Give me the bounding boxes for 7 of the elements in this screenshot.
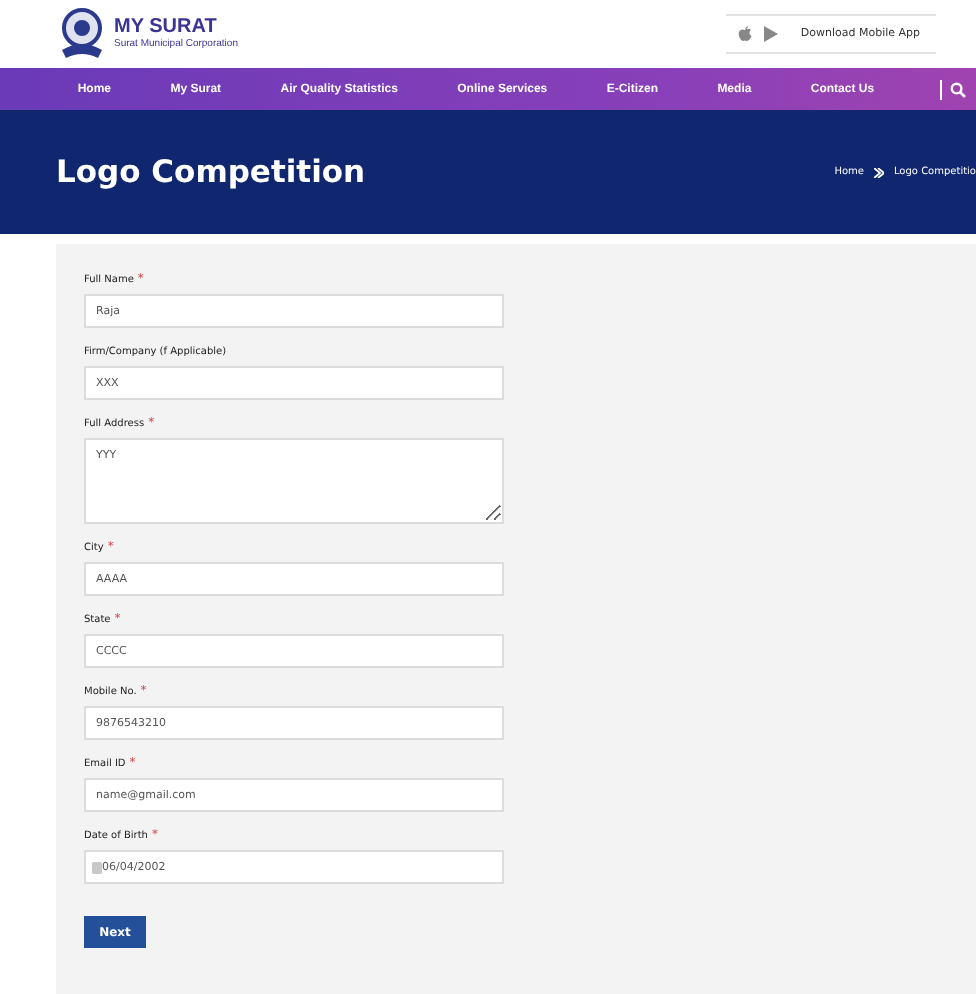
page-title: Logo Competition (56, 154, 366, 190)
chevron-icon (873, 167, 884, 177)
search-icon[interactable] (950, 81, 966, 97)
emblem-icon (56, 6, 108, 62)
site-title: MY SURAT (114, 16, 219, 38)
play-icon[interactable] (764, 26, 779, 42)
apple-icon[interactable] (738, 26, 753, 42)
